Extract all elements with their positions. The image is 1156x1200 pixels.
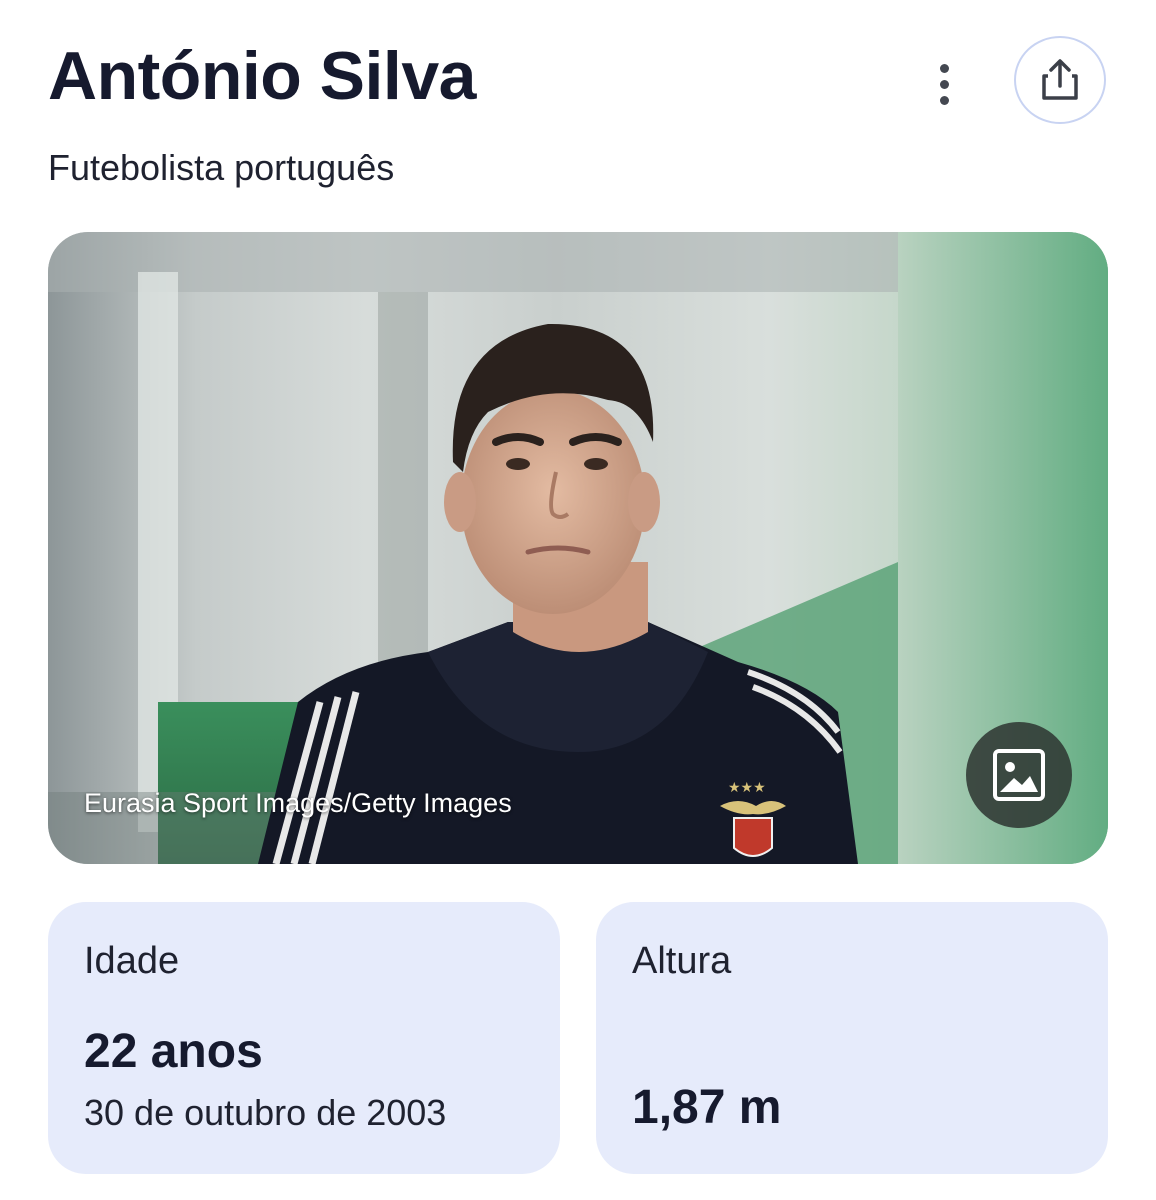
image-credit: Eurasia Sport Images/Getty Images (84, 788, 512, 818)
more-options-button[interactable] (922, 60, 966, 108)
height-fact-card[interactable]: Altura 1,87 m (596, 902, 1108, 1174)
age-fact-card[interactable]: Idade 22 anos 30 de outubro de 2003 (48, 902, 560, 1174)
age-label: Idade (84, 940, 180, 982)
height-value: 1,87 m (632, 1081, 782, 1134)
view-images-button[interactable] (966, 722, 1072, 828)
entity-subtitle: Futebolista português (48, 147, 395, 188)
height-label: Altura (632, 940, 732, 982)
svg-text:★★★: ★★★ (728, 780, 766, 796)
share-icon (1042, 59, 1078, 100)
share-button[interactable] (1014, 36, 1106, 124)
birth-date: 30 de outubro de 2003 (84, 1092, 447, 1133)
more-vert-icon (939, 63, 949, 73)
player-photo-illustration: ★★★ (48, 232, 1108, 864)
entity-title: António Silva (48, 38, 476, 114)
image-icon (993, 749, 1045, 801)
entity-photo[interactable]: ★★★ Eurasia Sport Images/Getty Images (48, 232, 1108, 864)
age-value: 22 anos (84, 1025, 263, 1078)
